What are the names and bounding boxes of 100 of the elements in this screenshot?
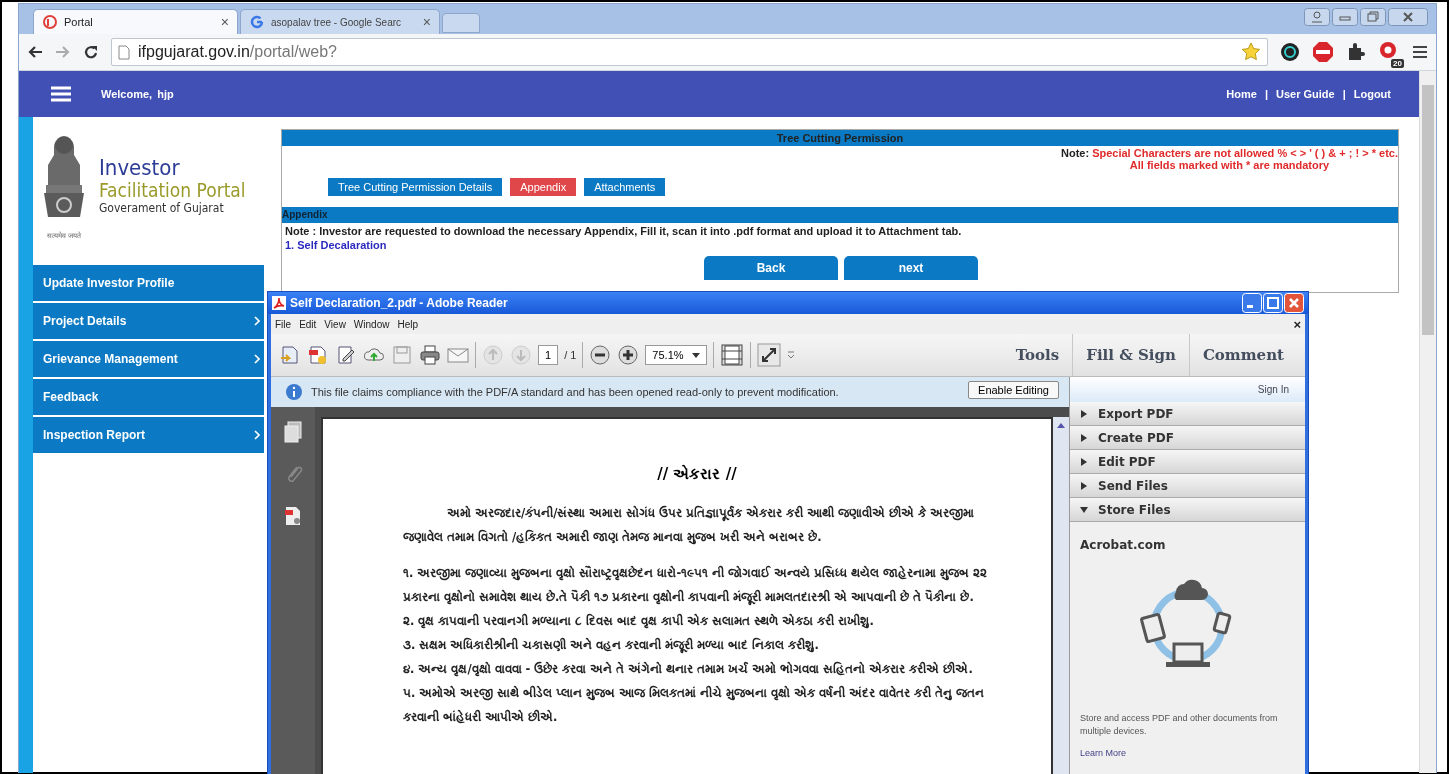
reload-icon[interactable] (83, 44, 99, 60)
portal-name: Investor (99, 157, 181, 179)
portal-name: Facilitation Portal (99, 179, 246, 201)
zoom-in-icon[interactable] (617, 344, 640, 366)
pane-section-header[interactable]: Send Files (1070, 474, 1305, 499)
close-tab-icon[interactable]: × (422, 14, 431, 30)
document-link[interactable]: 1. Self Decalaration (282, 237, 1398, 251)
open-file-icon[interactable] (279, 344, 301, 366)
puzzle-icon[interactable] (1346, 42, 1366, 62)
forward-arrow-icon[interactable] (55, 44, 71, 60)
browser-tab[interactable]: Portal × (33, 9, 238, 34)
scroll-up-icon (1057, 423, 1065, 428)
document-paragraph: ૪. અન્ય વૃક્ષ/વૃક્ષો વાવવા - ઉછેર કરવા અને તે અંગેનો થનાર તમામ ખર્ચ અમો ભોગવવા સહિતનો એકરાર કરીએ છીએ. (403, 660, 974, 679)
pane-section-header[interactable]: Export PDF (1070, 402, 1305, 427)
link-separator: | (1342, 88, 1346, 100)
close-tab-icon[interactable]: × (220, 14, 229, 30)
document-title: // એકરાર // (656, 465, 738, 483)
page-number-field[interactable]: 1 (538, 345, 559, 365)
triangle-right-icon (1080, 457, 1088, 466)
info-icon (285, 383, 303, 401)
nav-button[interactable]: Back (704, 256, 838, 280)
pdf-icon (272, 296, 286, 310)
pane-tab[interactable]: Comment (1188, 334, 1297, 376)
url-text: ifpgujarat.gov.in (138, 43, 250, 60)
triangle-right-icon (1080, 481, 1088, 490)
pane-section-header[interactable]: Edit PDF (1070, 450, 1305, 475)
document-paragraph: ૫. અમોએ અરજી સાથે બીડેલ પ્લાન મુજબ આજ મિલકતમાં નીચે મુજબના વૃક્ષો એક વર્ષની અંદર વાવેતર કરી તેનુ જતન કરવાની બાંહેધરી આપીએ છીએ. (403, 684, 986, 726)
restore-icon[interactable] (1360, 8, 1386, 26)
info-message: This file claims compliance with the PDF/A standard and has been opened read-only to prevent modification. (311, 386, 839, 398)
store-heading: Acrobat.com (1080, 538, 1167, 552)
maximize-icon[interactable] (1263, 293, 1283, 313)
document-paragraph: ૧. અરજીમા જણાવ્યા મુજબના વૃક્ષો સૌરાષ્ટ્રવૃક્ષછેદન ધારો-૧૯૫૧ ની જોગવાઈ અન્વયે પ્રસિધ્ધ થયેલ જાહેરનામા મુજબ ૨૨ પ્રકારના વૃક્ષોનો સમાવેશ થાય છે.તે પૈકી ૧૭ પ્રકારના વૃક્ષોની કાપવાની મંજૂરી મામલતદારશ્રી એ આપવાની છે તે પૈકીના છે. (403, 564, 989, 608)
more-tools-icon[interactable] (786, 351, 795, 359)
sidebar-item[interactable]: Grievance Management (33, 341, 264, 377)
form-tab[interactable]: Attachments (584, 178, 666, 196)
triangle-right-icon (1080, 409, 1088, 418)
panel-title: Tree Cutting Permission (282, 130, 1398, 146)
sidebar-item[interactable]: Feedback (33, 379, 264, 415)
menu-item[interactable]: File (275, 318, 292, 330)
color-wheel-icon[interactable] (1280, 42, 1300, 62)
menu-item[interactable]: Window (353, 318, 390, 330)
fit-page-icon[interactable] (719, 343, 744, 367)
window-title: Self Declaration_2.pdf - Adobe Reader (290, 296, 508, 310)
close-document-icon[interactable]: × (1293, 316, 1301, 332)
star-icon[interactable] (1241, 42, 1261, 62)
sidebar-item[interactable]: Inspection Report (33, 417, 264, 453)
address-bar[interactable]: ifpgujarat.gov.in/portal/web? (111, 38, 1268, 66)
back-arrow-icon[interactable] (27, 44, 43, 60)
document-paragraph: ૩. સક્ષમ અધિકારીશ્રીની ચકાસણી અને વહન કરવાની મંજૂરી મળ્યા બાદ નિકાલ કરીશુ. (403, 636, 820, 656)
pages-icon[interactable] (283, 421, 303, 443)
menu-item[interactable]: Help (397, 318, 418, 330)
note-text: Note: Special Characters are not allowed % < > ' ( ) & + ; ! > * etc. (1061, 147, 1398, 159)
triangle-right-icon (1080, 433, 1088, 442)
print-icon[interactable] (419, 344, 441, 366)
sidebar-item[interactable]: Update Investor Profile (33, 265, 264, 301)
form-tab[interactable]: Tree Cutting Permission Details (328, 178, 503, 196)
header-link[interactable]: Home (1226, 88, 1257, 100)
header-link[interactable]: User Guide (1275, 88, 1335, 100)
minimize-icon[interactable] (1332, 8, 1358, 26)
full-screen-icon[interactable] (756, 343, 781, 367)
tab-title: Portal (64, 16, 94, 28)
menu-icon[interactable] (1412, 44, 1428, 60)
page-icon (118, 44, 130, 60)
link-separator: | (1264, 88, 1268, 100)
nav-button[interactable]: next (844, 256, 978, 280)
header-link[interactable]: Logout (1353, 88, 1391, 100)
count-badge: 20 (1391, 59, 1404, 68)
pane-section-header[interactable]: Create PDF (1070, 426, 1305, 451)
dropdown-arrow-icon (691, 352, 700, 358)
sign-in-link[interactable]: Sign In (1257, 384, 1289, 396)
enable-editing-button[interactable]: Enable Editing (968, 381, 1059, 399)
profile-icon[interactable] (1304, 8, 1330, 26)
adblock-icon[interactable] (1312, 41, 1334, 63)
zoom-out-icon[interactable] (589, 344, 612, 366)
zoom-dropdown[interactable]: 75.1% (645, 345, 707, 365)
sidebar-item[interactable]: Project Details (33, 303, 264, 339)
portal-icon (42, 14, 58, 30)
pane-section-header[interactable]: Store Files (1070, 498, 1305, 522)
mandatory-note: All fields marked with * are mandatory (1129, 159, 1330, 171)
pane-tab[interactable]: Tools (1002, 334, 1073, 376)
welcome-text: Welcome, (101, 88, 153, 100)
scrollbar[interactable] (1053, 417, 1069, 774)
menu-item[interactable]: Edit (299, 318, 317, 330)
form-tab[interactable]: Appendix (510, 178, 577, 196)
signature-icon[interactable] (283, 505, 303, 527)
edit-document-icon[interactable] (335, 344, 357, 366)
instruction-text: Note : Investor are requested to download the necessary Appendix, Fill it, scan it into .pdf format and upload it to Attachment tab. (284, 224, 963, 237)
close-window-icon[interactable] (1388, 8, 1428, 26)
scrollbar[interactable] (1419, 71, 1436, 773)
page-total: / 1 (564, 349, 577, 361)
pane-tab[interactable]: Fill & Sign (1072, 334, 1189, 376)
close-icon[interactable] (1284, 293, 1304, 313)
user-name: hjp (157, 88, 174, 100)
browser-tab[interactable]: asopalav tree - Google Searc × (240, 9, 440, 34)
document-paragraph: ૨. વૃક્ષ કાપવાની પરવાનગી મળ્યાના ૮ દિવસ બાદ વૃક્ષ કાપી એક સલામત સ્થળે એકઠા કરી રાખીશુ. (403, 612, 875, 631)
menu-item[interactable]: View (324, 318, 346, 330)
url-path-text: /portal/web? (249, 43, 337, 60)
learn-more-link[interactable]: Learn More (1080, 748, 1295, 758)
document-paragraph: અમો અરજદાર/કંપની/સંસ્થા અમારા સોગંધ ઉપર પ્રતિજ્ઞાપૂર્વક એકરાર કરી આથી જણાવીએ છીએ કે અરજીમા જણાવેલ તમામ વિગતો /હકિકત અમારી જાણ તેમજ માનવા મુજબ ખરી અને બરાબર છે. (403, 504, 976, 547)
create-pdf-icon[interactable] (307, 344, 329, 366)
